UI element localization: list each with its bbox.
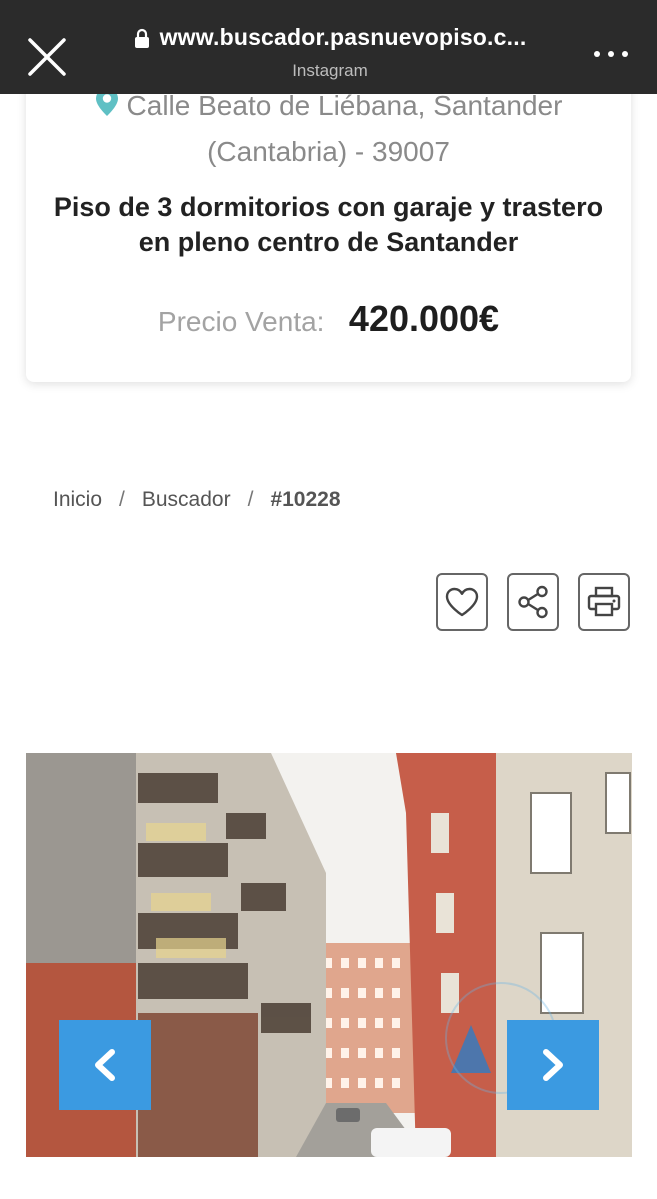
print-button[interactable] xyxy=(578,573,630,631)
chevron-right-icon xyxy=(543,1049,563,1081)
source-app-label: Instagram xyxy=(292,61,368,80)
address-bar[interactable]: www.buscador.pasnuevopiso.c... Instagram xyxy=(120,24,540,81)
browser-top-bar: www.buscador.pasnuevopiso.c... Instagram xyxy=(0,0,657,94)
breadcrumb-separator: / xyxy=(119,488,125,511)
chevron-left-icon xyxy=(95,1049,115,1081)
breadcrumb-separator: / xyxy=(247,488,254,511)
breadcrumb-current: #10228 xyxy=(270,488,341,511)
close-icon[interactable] xyxy=(26,36,68,78)
more-options-icon[interactable] xyxy=(594,44,628,64)
price-value: 420.000€ xyxy=(348,298,500,339)
property-address: Calle Beato de Liébana, Santander (Canta… xyxy=(26,84,631,174)
breadcrumb: Inicio / Buscador / #10228 xyxy=(53,488,341,512)
url-text: www.buscador.pasnuevopiso.c... xyxy=(159,24,527,50)
next-photo-button[interactable] xyxy=(507,1020,599,1110)
address-line-1: Calle Beato de Liébana, Santander xyxy=(126,90,563,121)
address-line-2: (Cantabria) - 39007 xyxy=(207,135,450,167)
price-label: Precio Venta: xyxy=(157,306,325,337)
heart-icon xyxy=(445,587,479,617)
price-row: Precio Venta: 420.000€ xyxy=(26,298,631,340)
printer-icon xyxy=(587,586,621,617)
favorite-button[interactable] xyxy=(436,573,488,631)
listing-title: Piso de 3 dormitorios con garaje y trast… xyxy=(53,192,604,257)
previous-photo-button[interactable] xyxy=(59,1020,151,1110)
share-button[interactable] xyxy=(507,573,559,631)
breadcrumb-buscador[interactable]: Buscador xyxy=(142,488,231,512)
breadcrumb-inicio[interactable]: Inicio xyxy=(53,488,102,512)
share-icon xyxy=(518,585,548,619)
lock-icon xyxy=(134,28,150,48)
